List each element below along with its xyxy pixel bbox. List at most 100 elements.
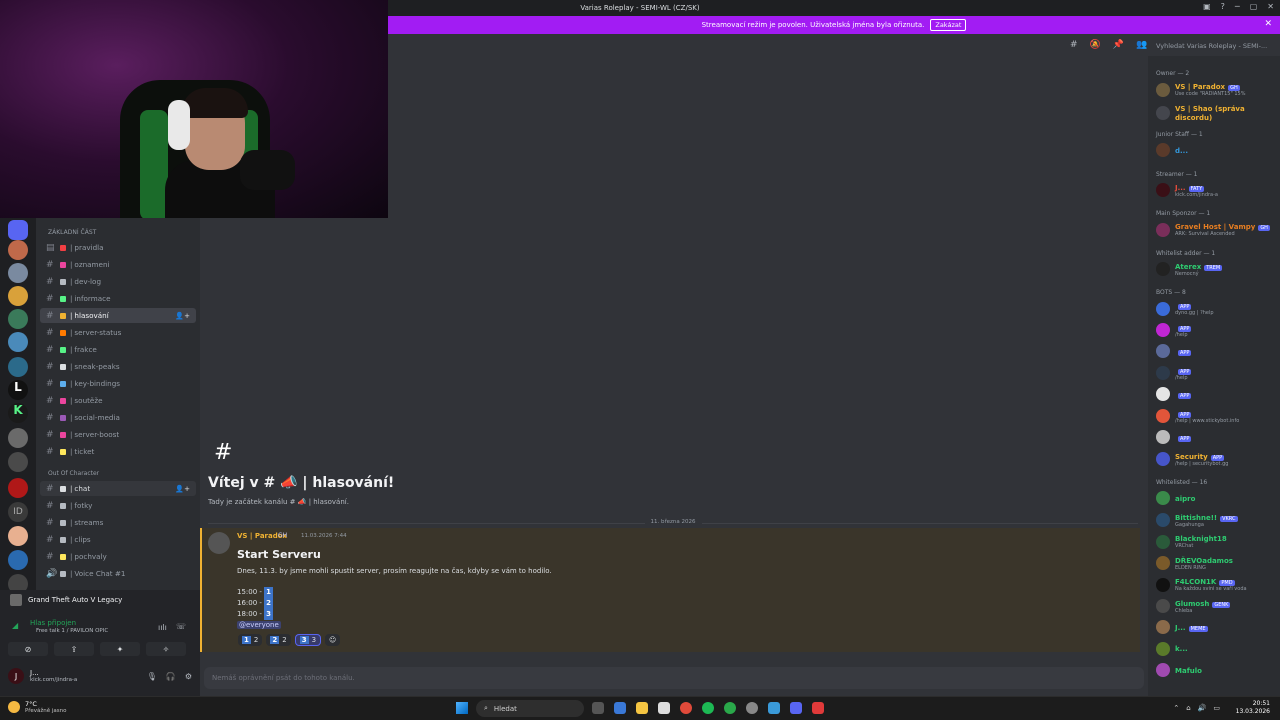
member-item[interactable]: J... FATY kick.com/jindra-a [1156, 183, 1280, 198]
channel-item[interactable]: # | frakce [40, 342, 196, 357]
activities-button[interactable]: ✦ [100, 642, 140, 656]
chevron-up-icon[interactable]: ⌃ [1173, 704, 1179, 712]
member-item[interactable]: DŘEVOadamos ELDEN RING [1156, 556, 1280, 571]
clock[interactable]: 20:51 13.03.2026 [1236, 700, 1270, 716]
add-reaction-button[interactable]: ☺ [325, 634, 341, 646]
channel-item[interactable]: # | dev-log [40, 274, 196, 289]
channel-item[interactable]: # | server-status [40, 325, 196, 340]
member-item[interactable]: APP dyno.gg | ?help [1156, 301, 1280, 316]
task-view-icon[interactable] [592, 702, 604, 714]
server-icon[interactable] [8, 286, 28, 306]
server-icon[interactable] [8, 332, 28, 352]
voice-channel[interactable]: Free talk 1 / PAVILON OPIC [36, 628, 108, 634]
server-icon[interactable] [8, 452, 28, 472]
server-icon[interactable] [8, 309, 28, 329]
channel-item[interactable]: # | social-media [40, 410, 196, 425]
channel-item[interactable]: # | oznameni [40, 257, 196, 272]
message-input[interactable]: Nemáš oprávnění psát do tohoto kanálu. [204, 667, 1144, 689]
headphones-icon[interactable]: 🎧 [166, 672, 176, 681]
discord-icon[interactable] [790, 702, 802, 714]
invite-icon[interactable]: 👤+ [175, 485, 190, 493]
server-icon[interactable] [8, 550, 28, 570]
server-icon[interactable] [8, 428, 28, 448]
file-explorer-icon[interactable] [636, 702, 648, 714]
search-input[interactable]: Vyhledat Varias Roleplay - SEMI-... [1150, 38, 1274, 54]
member-item[interactable]: Glumosh GENK Chleba [1156, 599, 1280, 614]
member-item[interactable]: VS | Shao (správa discordu) [1156, 104, 1280, 122]
app-icon[interactable] [614, 702, 626, 714]
reaction[interactable]: 22 [266, 634, 291, 646]
disconnect-icon[interactable]: ☏ [176, 622, 186, 631]
app-icon[interactable] [812, 702, 824, 714]
reaction[interactable]: 33 [294, 634, 322, 646]
channel-item[interactable]: # | key-bindings [40, 376, 196, 391]
server-icon[interactable] [8, 357, 28, 377]
member-item[interactable]: Blacknight18 VRChat [1156, 534, 1280, 549]
member-item[interactable]: k... [1156, 641, 1280, 656]
server-icon[interactable] [8, 263, 28, 283]
battery-icon[interactable]: ▭ [1213, 704, 1220, 712]
category-basic[interactable]: ZÁKLADNÍ ČÁST [48, 229, 96, 236]
mute-bell-icon[interactable]: 🔕 [1090, 40, 1101, 50]
server-icon[interactable]: K [8, 403, 28, 423]
spotify-icon[interactable] [702, 702, 714, 714]
settings-icon[interactable]: ⚙ [185, 672, 192, 681]
member-item[interactable]: Security APP/help | securitybot.gg [1156, 452, 1280, 467]
close-window-icon[interactable]: ✕ [1267, 2, 1274, 11]
member-item[interactable]: Gravel Host | Vampy GH ARK: Survival Ascen… [1156, 222, 1280, 237]
member-item[interactable]: APP/help | www.stickybot.info [1156, 409, 1280, 424]
maximize-icon[interactable]: ▢ [1250, 2, 1258, 11]
message[interactable]: VS | Paradox GH 11.03.2026 7:44 Start Se… [200, 528, 1140, 652]
channel-item[interactable]: 🔊 | Voice Chat #1 [40, 566, 196, 581]
channel-item[interactable]: # | server-boost [40, 427, 196, 442]
channel-item[interactable]: # | soutěže [40, 393, 196, 408]
channel-item[interactable]: # | informace [40, 291, 196, 306]
noise-icon[interactable]: ıılı [158, 623, 167, 632]
channel-item[interactable]: # | hlasování 👤+ [40, 308, 196, 323]
inbox-icon[interactable]: ▣ [1203, 2, 1211, 11]
app-icon[interactable] [658, 702, 670, 714]
avatar[interactable] [208, 532, 230, 554]
user-info[interactable]: J J... kick.com/jindra-a [8, 668, 77, 684]
screenshare-button[interactable]: ⇪ [54, 642, 94, 656]
server-icon[interactable]: L [8, 380, 28, 400]
reaction[interactable]: 12 [238, 634, 263, 646]
member-item[interactable]: APP [1156, 344, 1280, 358]
close-icon[interactable]: ✕ [1264, 19, 1272, 29]
threads-icon[interactable]: # [1070, 40, 1078, 50]
member-item[interactable]: APP/help [1156, 323, 1280, 338]
channel-item[interactable]: ▤ | pravidla [40, 240, 196, 255]
mention-everyone[interactable]: @everyone [237, 621, 281, 629]
member-item[interactable]: APP [1156, 387, 1280, 401]
channel-item[interactable]: # | chat 👤+ [40, 481, 196, 496]
start-icon[interactable] [456, 702, 468, 714]
weather-widget[interactable]: 7°C Převážně jasno [8, 700, 67, 714]
member-item[interactable]: d... [1156, 143, 1280, 157]
channel-item[interactable]: # | sneak-peaks [40, 359, 196, 374]
member-item[interactable]: F4LCON1K PMD Na každou svini se vaří voda [1156, 577, 1280, 592]
channel-item[interactable]: # | streams [40, 515, 196, 530]
member-item[interactable]: Bittishne!! VKRC Gagahunga [1156, 513, 1280, 528]
help-icon[interactable]: ? [1221, 2, 1225, 11]
mic-icon[interactable]: 🎙 [147, 672, 157, 681]
category-ooc[interactable]: Out Of Character [48, 470, 99, 477]
chrome-icon[interactable] [680, 702, 692, 714]
soundboard-button[interactable]: ✧ [146, 642, 186, 656]
channel-item[interactable]: # | clips [40, 532, 196, 547]
taskbar-search[interactable]: ⌕ Hledat [476, 700, 584, 717]
member-item[interactable]: Mafulo [1156, 663, 1280, 677]
members-icon[interactable]: 👥 [1136, 40, 1147, 50]
server-icon[interactable]: ID [8, 502, 28, 522]
volume-icon[interactable]: 🔊 [1198, 704, 1207, 712]
member-item[interactable]: APP/help [1156, 366, 1280, 381]
member-item[interactable]: J... MEME [1156, 620, 1280, 634]
app-icon[interactable] [724, 702, 736, 714]
channel-item[interactable]: # | ticket [40, 444, 196, 459]
minimize-icon[interactable]: ─ [1235, 2, 1240, 11]
server-icon[interactable] [8, 220, 28, 240]
disable-streamer-button[interactable]: Zakázat [930, 19, 967, 31]
camera-button[interactable]: ⊘ [8, 642, 48, 656]
server-icon[interactable] [8, 526, 28, 546]
pin-icon[interactable]: 📌 [1113, 40, 1124, 50]
app-icon[interactable] [746, 702, 758, 714]
